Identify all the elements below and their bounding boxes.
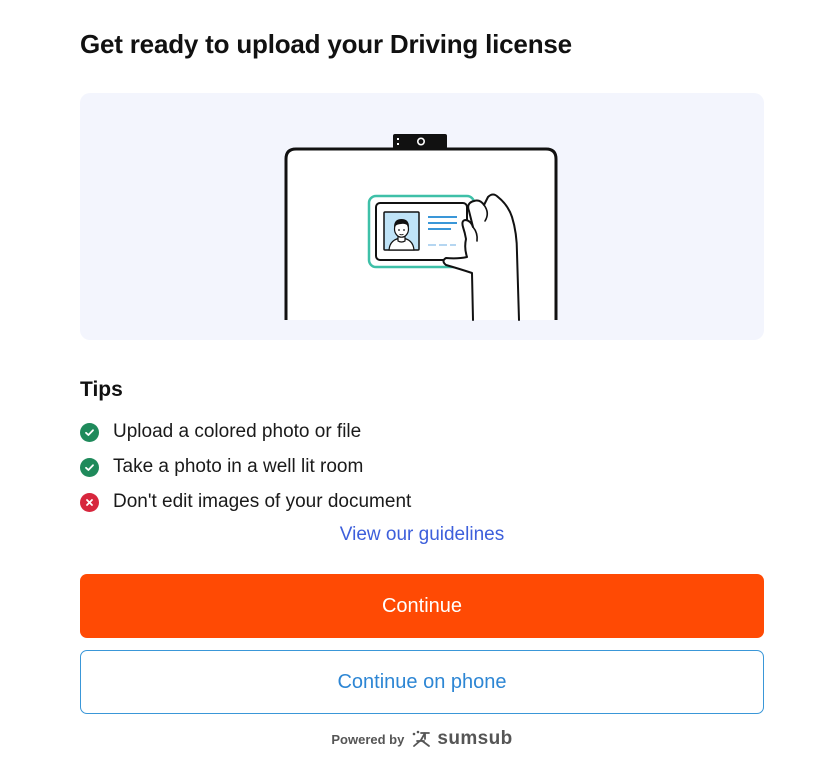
tip-item: Don't edit images of your document (80, 484, 411, 519)
sumsub-logo-icon (410, 730, 432, 748)
tip-item: Take a photo in a well lit room (80, 449, 411, 484)
tip-text: Don't edit images of your document (113, 490, 412, 512)
tip-text: Take a photo in a well lit room (113, 455, 364, 477)
tips-title: Tips (80, 378, 123, 401)
check-circle-icon (80, 458, 99, 477)
tips-list: Upload a colored photo or file Take a ph… (80, 414, 411, 519)
tip-text: Upload a colored photo or file (113, 420, 362, 442)
check-circle-icon (80, 423, 99, 442)
tip-item: Upload a colored photo or file (80, 414, 411, 449)
document-illustration (80, 93, 764, 340)
x-circle-icon (80, 493, 99, 512)
view-guidelines-link[interactable]: View our guidelines (80, 522, 764, 548)
page-title: Get ready to upload your Driving license (80, 29, 572, 59)
powered-by-label: Powered by (331, 731, 405, 747)
powered-by-footer: Powered by sumsub (80, 728, 764, 750)
continue-button[interactable]: Continue (80, 574, 764, 638)
phone-holding-id-card-illustration (284, 134, 558, 321)
brand-name: sumsub (437, 728, 513, 749)
continue-on-phone-button[interactable]: Continue on phone (80, 650, 764, 714)
